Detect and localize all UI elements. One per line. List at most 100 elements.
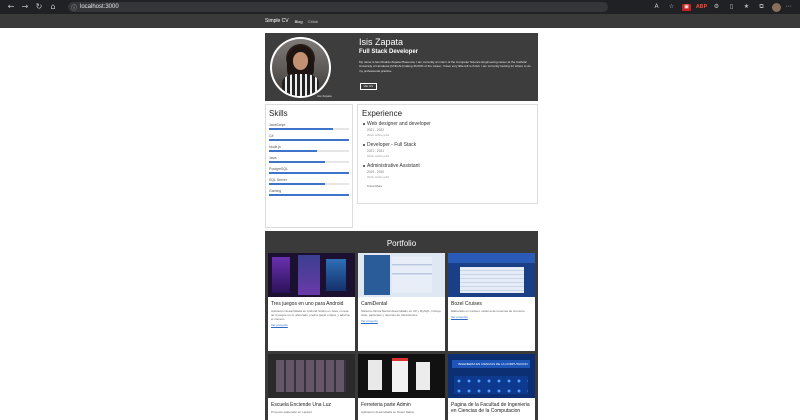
job-title: Developer - Full Stack [367,142,417,148]
skill-bar-fill [269,128,333,130]
experience-item: Developer - Full Stack 2021 - 2021 Work on… [363,142,533,158]
read-aloud-icon[interactable]: A [649,2,664,12]
project-title: Escuela Enciende Una Luz [271,402,332,408]
skill-bar-track [269,150,349,152]
nav-brand[interactable]: Simple CV [265,18,289,24]
profile-photo [270,37,331,98]
project-description: Proyecto elaborado en Laravel [271,410,312,414]
photo-shirt [282,74,319,96]
project-title: Ferreteria parte Admin [361,402,411,408]
project-thumbnail[interactable] [358,253,445,297]
project-link[interactable]: Ver proyecto [361,319,442,323]
project-thumbnail[interactable]: INGENIERIA EN CIENCIAS DE LA COMPUTACION [448,354,535,398]
portfolio-section: Portfolio Tres juegos en uno para Androi… [265,231,538,420]
split-screen-icon[interactable]: ▯ [724,2,739,12]
project-description: Aplicacion desarrollada en Android Studi… [271,309,350,321]
portfolio-card[interactable]: Bozel Cruises Elaborado en Laravel, sist… [448,253,535,351]
project-thumbnail[interactable] [358,354,445,398]
job-dates: 2021 - 2022 [367,128,385,132]
skill-bar-fill [269,172,349,174]
skill-bar-fill [269,161,325,163]
project-thumbnail[interactable] [448,253,535,297]
project-link[interactable]: Ver proyecto [451,315,532,319]
portfolio-card[interactable]: Escuela Enciende Una Luz Proyecto elabor… [268,354,355,420]
photo-caption: Isis Zapata [317,94,332,98]
profile-name: Isis Zapata [359,37,404,47]
project-description: Aplicacion desarrollada en React Native [361,410,415,414]
know-more-link[interactable]: Know More [367,184,533,188]
favorite-icon[interactable]: ☆ [664,2,679,12]
profile-header: Isis Zapata Isis Zapata Full Stack Devel… [265,33,538,101]
job-title: Administrative Assistant [367,163,420,169]
skill-bar-track [269,183,349,185]
portfolio-card[interactable]: CamiDental Sistema clinica Dental desarr… [358,253,445,351]
profile-title: Full Stack Developer [359,49,419,55]
job-description: Work online jobs [367,175,390,179]
portfolio-card[interactable]: Tres juegos en uno para Android Aplicaci… [268,253,355,351]
experience-item: Administrative Assistant 2019 - 2020 Work … [363,163,533,179]
profile-bio: My name is Isis Rivaldo Zapata Plasencia… [359,60,531,73]
skill-bar-track [269,161,349,163]
experience-panel: Experience Web designer and developer 202… [357,104,538,204]
project-title: Pagina de la Facultad de Ingenieria en C… [451,402,530,414]
project-title: CamiDental [361,301,388,307]
job-title: Web designer and developer [367,121,431,127]
skill-item: Java [269,156,349,163]
adblock-extension[interactable]: ABP [694,2,709,12]
portfolio-heading: Portfolio [386,239,417,248]
back-icon[interactable]: ← [4,0,18,14]
thumbnail-caption: INGENIERIA EN CIENCIAS DE LA COMPUTACION [458,362,528,366]
skill-item: PostgreSQL [269,167,349,174]
portfolio-card[interactable]: INGENIERIA EN CIENCIAS DE LA COMPUTACION… [448,354,535,420]
site-navbar: Simple CV Blog Gitlab [0,14,800,28]
nav-link-gitlab[interactable]: Gitlab [308,19,318,24]
skill-item: JavaScript [269,123,349,130]
address-bar[interactable]: ⓘ localhost:3000 [68,2,608,12]
view-cv-button[interactable]: Ver CV [360,83,377,90]
profile-photo-image [272,39,329,96]
url-text[interactable]: localhost:3000 [80,4,119,10]
portfolio-card[interactable]: Ferreteria parte Admin Aplicacion desarr… [358,354,445,420]
photo-face [292,51,309,70]
skill-bar-track [269,139,349,141]
forward-icon[interactable]: → [18,0,32,14]
job-description: Work online jobs [367,133,390,137]
skills-panel: Skills JavaScript C# Node.js Java PostgreSQL… [265,104,353,228]
skill-item: C# [269,134,349,141]
skill-item: Node.js [269,145,349,152]
skill-bar-track [269,172,349,174]
reload-icon[interactable]: ↻ [32,0,46,14]
profile-avatar[interactable] [772,2,781,12]
project-title: Bozel Cruises [451,301,482,307]
collections-icon[interactable]: ⧉ [754,2,769,12]
experience-heading: Experience [362,109,403,118]
job-dates: 2019 - 2020 [367,170,385,174]
job-dates: 2021 - 2021 [367,149,385,153]
experience-item: Web designer and developer 2021 - 2022 Wor… [363,121,533,137]
project-title: Tres juegos en uno para Android [271,301,344,307]
favorites-icon[interactable]: ★ [739,2,754,12]
skills-list: JavaScript C# Node.js Java PostgreSQL SQL Ser… [269,123,349,196]
skill-bar-fill [269,194,349,196]
skill-bar-track [269,194,349,196]
extension-red-icon[interactable]: ▣ [682,3,691,11]
jobs-list: Web designer and developer 2021 - 2022 Wor… [362,121,533,179]
browser-toolbar: ← → ↻ ⌂ ⓘ localhost:3000 A ☆ ▣ ABP ⚙ ▯ ★… [0,0,800,14]
project-description: Elaborado en Laravel, sistema de reserva… [451,309,526,313]
extensions-area: A ☆ ▣ ABP ⚙ ▯ ★ ⧉ ⋯ [649,2,800,12]
project-thumbnail[interactable] [268,354,355,398]
skill-item: SQL Server [269,178,349,185]
skill-bar-fill [269,150,317,152]
project-description: Sistema clinica Dental desarrollado en C… [361,309,441,317]
nav-link-blog[interactable]: Blog [295,19,303,24]
more-icon[interactable]: ⋯ [781,2,796,12]
info-icon[interactable]: ⓘ [68,3,80,12]
skill-bar-fill [269,139,349,141]
skill-item: Gaming [269,189,349,196]
skills-heading: Skills [269,109,288,118]
skill-bar-track [269,128,349,130]
project-thumbnail[interactable] [268,253,355,297]
project-link[interactable]: Ver proyecto [271,323,352,327]
puzzle-extension-icon[interactable]: ⚙ [709,2,724,12]
home-icon[interactable]: ⌂ [46,0,60,14]
